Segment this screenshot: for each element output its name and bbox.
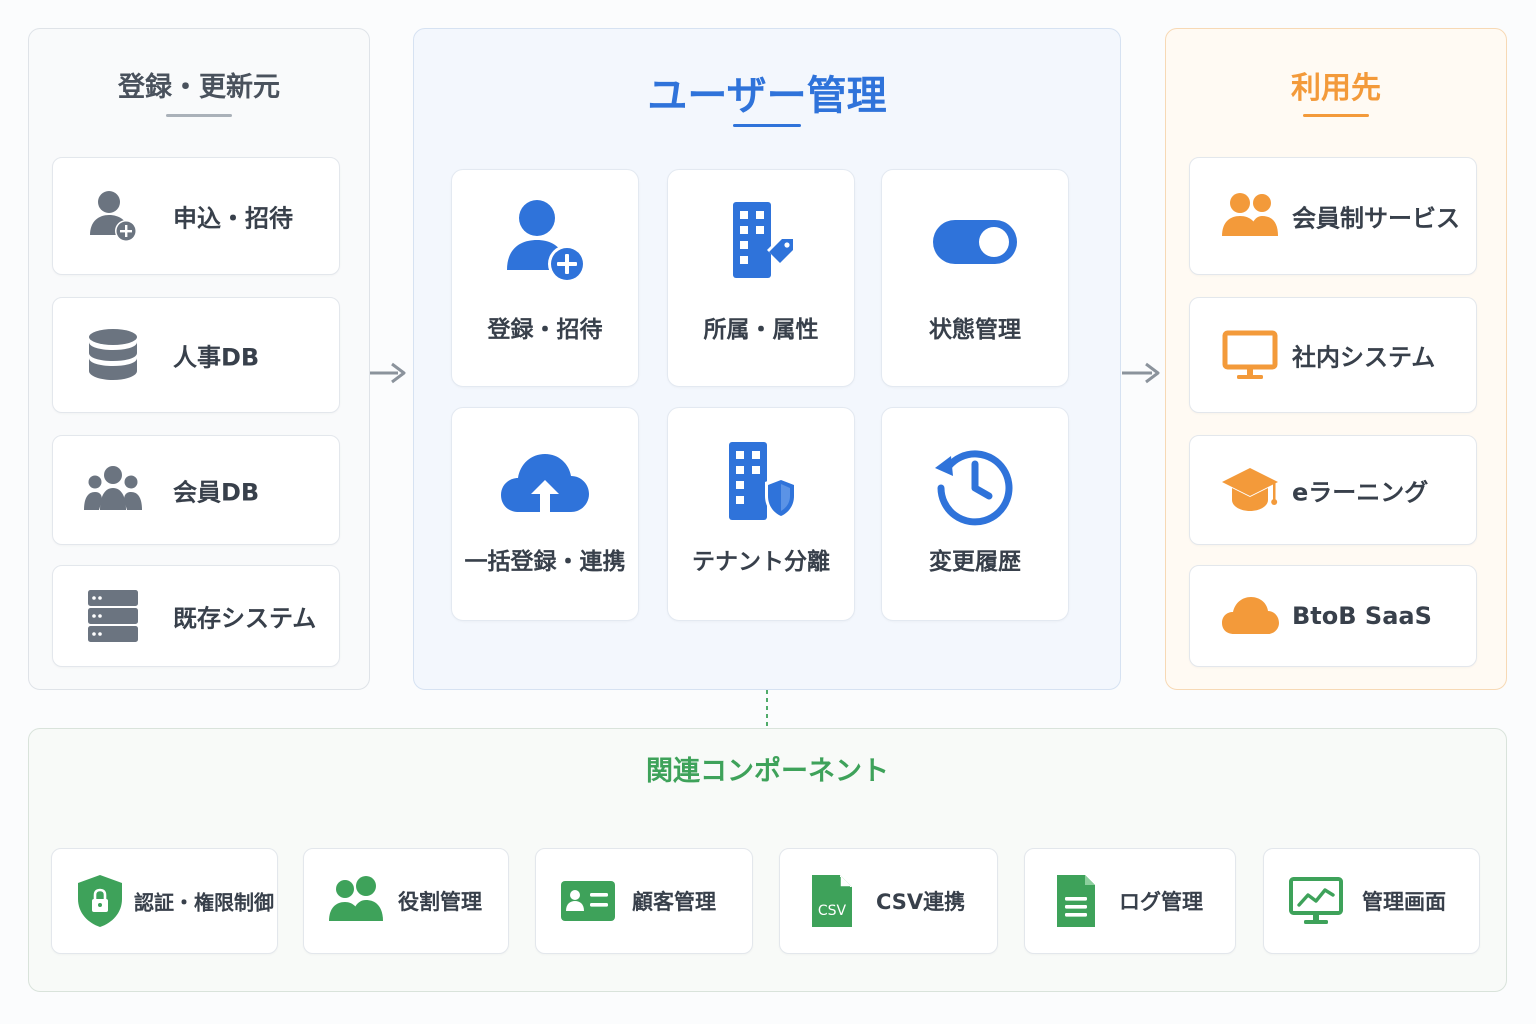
building-shield-icon [729,442,797,520]
people-icon [329,876,383,921]
csv-file-icon: CSV [812,875,852,927]
source-item-label: 人事DB [173,343,260,372]
destination-item-btob-saas[interactable]: BtoB SaaS [1189,565,1477,667]
feature-label: 所属・属性 [703,317,819,343]
destination-item-label: 社内システム [1292,343,1436,372]
related-components-title: 関連コンポーネント [646,756,889,787]
destination-item-label: BtoB SaaS [1292,602,1432,630]
user-management-panel: ユーザー管理 登録・招待 所属・属性 状態管理 一括登録・連携 テナント分離 変… [413,28,1121,690]
source-panel-title: 登録・更新元 [118,72,280,103]
destination-item-membership-service[interactable]: 会員制サービス [1189,157,1477,275]
monitor-chart-icon [1289,877,1343,924]
group-icon [84,466,142,510]
user-add-icon [90,191,137,242]
component-label: 認証・権限制御 [134,890,274,915]
server-icon [88,590,138,642]
component-label: ログ管理 [1119,890,1203,914]
component-role-management[interactable]: 役割管理 [303,848,509,954]
source-item-application[interactable]: 申込・招待 [52,157,340,275]
user-management-title: ユーザー管理 [647,73,887,119]
related-components-panel: 関連コンポーネント 認証・権限制御 役割管理 顧客管理 CSV CSV連携 ログ… [28,728,1507,992]
component-label: 役割管理 [398,890,482,914]
feature-bulk-registration[interactable]: 一括登録・連携 [451,407,639,621]
id-card-icon [561,881,615,921]
cloud-icon [1222,597,1279,634]
feature-tenant-isolation[interactable]: テナント分離 [667,407,855,621]
component-label: 管理画面 [1362,890,1446,914]
feature-label: 一括登録・連携 [464,549,626,575]
shield-lock-icon [78,875,122,927]
people-icon [1222,193,1278,236]
feature-registration-invite[interactable]: 登録・招待 [451,169,639,387]
feature-label: 登録・招待 [487,317,603,343]
toggle-icon [933,220,1017,264]
component-csv-integration[interactable]: CSV CSV連携 [779,848,998,954]
csv-badge-text: CSV [818,903,847,919]
source-item-hr-db[interactable]: 人事DB [52,297,340,413]
feature-label: テナント分離 [692,549,830,575]
cloud-upload-icon [501,454,589,514]
component-label: CSV連携 [876,890,966,914]
database-icon [89,329,137,380]
source-panel-underline [166,114,232,117]
destination-item-label: eラーニング [1292,478,1429,507]
history-icon [935,450,1013,526]
component-log-management[interactable]: ログ管理 [1024,848,1236,954]
component-label: 顧客管理 [632,890,716,914]
component-admin-console[interactable]: 管理画面 [1263,848,1480,954]
feature-label: 状態管理 [929,317,1021,343]
arrow-left-to-center [370,362,406,384]
destination-item-elearning[interactable]: eラーニング [1189,435,1477,545]
arrow-center-to-right [1122,362,1160,384]
destination-item-label: 会員制サービス [1292,204,1460,233]
building-tag-icon [733,202,795,278]
source-item-label: 既存システム [173,604,317,633]
destination-panel: 利用先 会員制サービス 社内システム eラーニング BtoB SaaS [1165,28,1507,690]
document-icon [1057,875,1095,927]
destination-panel-title: 利用先 [1291,71,1381,106]
feature-affiliation-attributes[interactable]: 所属・属性 [667,169,855,387]
component-auth-permission[interactable]: 認証・権限制御 [51,848,278,954]
source-item-label: 申込・招待 [173,204,293,233]
user-add-icon [507,200,586,283]
source-panel: 登録・更新元 申込・招待 人事DB 会員DB 既存システム [28,28,370,690]
source-item-label: 会員DB [173,478,260,507]
monitor-icon [1222,330,1278,379]
source-item-legacy-system[interactable]: 既存システム [52,565,340,667]
user-management-underline [733,124,801,127]
component-customer-management[interactable]: 顧客管理 [535,848,753,954]
graduation-cap-icon [1222,468,1278,511]
destination-item-internal-system[interactable]: 社内システム [1189,297,1477,413]
feature-status-management[interactable]: 状態管理 [881,169,1069,387]
destination-panel-underline [1303,114,1369,117]
source-item-member-db[interactable]: 会員DB [52,435,340,545]
feature-change-history[interactable]: 変更履歴 [881,407,1069,621]
feature-label: 変更履歴 [929,549,1021,575]
